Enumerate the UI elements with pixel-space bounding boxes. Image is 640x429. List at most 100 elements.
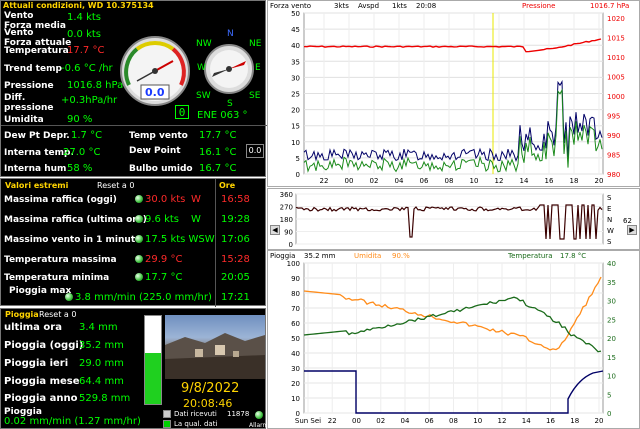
direction-label: N <box>607 216 612 224</box>
temperature-label: Temperatura <box>4 46 69 56</box>
rain-panel: Pioggia Reset a 0 ultima ora 3.4 mm Piog… <box>0 308 270 429</box>
x-tick-label: 08 <box>445 177 454 185</box>
y2-tick-label: 995 <box>607 113 620 121</box>
y2-tick-label: 990 <box>607 132 620 140</box>
x-tick-label: 08 <box>449 417 458 425</box>
y2-tick-label: 5 <box>607 391 611 399</box>
trend-temp-label: Trend temp <box>4 64 62 74</box>
pressure-diff-value: +0.3hPa/hr <box>61 95 118 106</box>
y2-tick-label: 980 <box>607 171 620 179</box>
y-tick-label: 70 <box>291 305 300 313</box>
x-tick-label: 04 <box>401 417 410 425</box>
x-tick-label: 00 <box>352 417 361 425</box>
rain-row-value: 29.0 mm <box>79 358 124 369</box>
status-dot[interactable] <box>65 293 73 301</box>
wind-direction-plot: 360270180900SENWS62 <box>280 191 632 249</box>
x-tick-label: 22 <box>328 417 337 425</box>
wind-current-label: Vento Forza attuale <box>4 28 72 48</box>
y2-tick-label: 985 <box>607 152 620 160</box>
rain-row-value: 35.2 mm <box>79 340 124 351</box>
y-tick-label: 35 <box>291 58 300 66</box>
rain-row-label: Pioggia (oggi) <box>4 340 84 351</box>
y-tick-label: 50 <box>291 10 300 18</box>
wind-direction-chart: 360 270 180 90 0 S E N W S 62 ◀ ▶ <box>267 188 640 250</box>
y2-tick-label: 35 <box>607 279 616 287</box>
rain-row-value: 64.4 mm <box>79 376 124 387</box>
rain-title: Pioggia <box>5 310 39 319</box>
y-tick-label: 80 <box>291 290 300 298</box>
alarm-dot[interactable] <box>255 411 263 419</box>
temperature-value: 17.7 °C <box>67 45 105 56</box>
dew-point-value: 16.1 °C <box>199 147 237 158</box>
pressure-label: Pressione <box>4 81 54 91</box>
y2-tick-label: 20 <box>607 335 616 343</box>
x-tick-label: 20 <box>595 177 604 185</box>
direction-label: W <box>607 227 614 235</box>
scroll-right-button[interactable]: ▶ <box>627 225 637 235</box>
direction-label: S <box>607 194 612 202</box>
y-tick-label: 20 <box>291 380 300 388</box>
rain-reset-button[interactable]: Reset a 0 <box>39 310 76 319</box>
y-tick-label: 30 <box>291 74 300 82</box>
y2-tick-label: 15 <box>607 354 616 362</box>
y-tick-label: 30 <box>291 365 300 373</box>
rain-rate-value: 0.02 mm/min (1.27 mm/hr) <box>4 416 141 427</box>
x-tick-label: 18 <box>570 177 579 185</box>
status-dot[interactable] <box>135 255 143 263</box>
pressure-diff-label: Diff. pressione <box>4 93 54 113</box>
x-tick-label: 00 <box>345 177 354 185</box>
rain-row-label: Pioggia anno <box>4 393 78 404</box>
y-tick-label: 5 <box>296 155 300 163</box>
extremes-panel: Valori estremi Reset a 0 Ore Massima raf… <box>0 178 266 307</box>
status-dot[interactable] <box>135 215 143 223</box>
rain-humidity-temp-plot: 10090807060504030201004035302520151050Su… <box>287 260 616 425</box>
x-tick-label: 04 <box>395 177 404 185</box>
y2-tick-label: 10 <box>607 373 616 381</box>
rx-count: 11878 <box>227 410 250 418</box>
y2-tick-label: 0 <box>607 410 611 418</box>
y-tick-label: 0 <box>296 171 300 179</box>
compass-e: E <box>255 63 261 73</box>
gauge-digit-display: 0 <box>175 105 189 119</box>
dew-depr-value: 1.7 °C <box>71 130 103 141</box>
webcam-image[interactable] <box>165 315 265 379</box>
y-tick-label: 40 <box>291 42 300 50</box>
rain-row-label: ultima ora <box>4 322 62 333</box>
y2-tick-label: 30 <box>607 298 616 306</box>
x-tick-label: 10 <box>470 177 479 185</box>
wind-pressure-chart: Forza vento 3kts Avspd 1kts 20:08 Pressi… <box>267 0 640 187</box>
compass-w: W <box>197 63 206 73</box>
conditions-title: Attuali condizioni, WD 10.375134 <box>3 1 154 10</box>
y-tick-label: 90 <box>291 275 300 283</box>
bulbo-value: 16.7 °C <box>199 163 237 174</box>
gauge-speed-readout: 0.0 <box>145 86 165 99</box>
webcam-scene <box>165 333 265 379</box>
y-tick-label: 180 <box>280 216 293 224</box>
rx-label: Dati ricevuti <box>174 410 217 418</box>
direction-value: 62 <box>623 217 632 225</box>
y-tick-label: 10 <box>291 139 300 147</box>
status-dot[interactable] <box>135 195 143 203</box>
x-tick-label: 14 <box>522 417 531 425</box>
x-tick-label: 12 <box>495 177 504 185</box>
rain-row-label: Pioggia ieri <box>4 358 69 369</box>
rain-row-value: 3.4 mm <box>79 322 118 333</box>
y2-tick-label: 1010 <box>607 54 625 62</box>
y-tick-label: 20 <box>291 107 300 115</box>
ore-title: Ore <box>219 181 236 190</box>
y2-tick-label: 1015 <box>607 35 625 43</box>
x-tick-label: 12 <box>498 417 507 425</box>
wind-avg-value: 1.4 kts <box>67 12 102 23</box>
y-tick-label: 360 <box>280 191 293 199</box>
status-dot[interactable] <box>135 273 143 281</box>
y-tick-label: 10 <box>291 395 300 403</box>
wind-current-value: 0.0 kts <box>67 29 102 40</box>
time-display: 20:08:46 <box>183 397 233 410</box>
status-dot[interactable] <box>135 235 143 243</box>
extremes-reset-button[interactable]: Reset a 0 <box>97 181 134 190</box>
bulbo-label: Bulbo umido <box>129 164 193 174</box>
compass-sw: SW <box>196 91 211 101</box>
scroll-left-button[interactable]: ◀ <box>270 225 280 235</box>
y-tick-label: 40 <box>291 350 300 358</box>
rx-indicator <box>163 410 171 418</box>
